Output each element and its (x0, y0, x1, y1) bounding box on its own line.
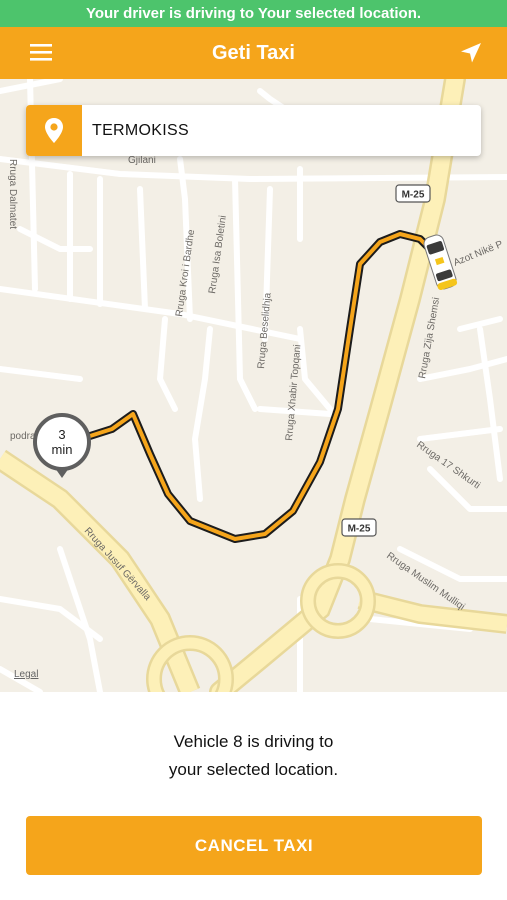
svg-text:M-25: M-25 (348, 524, 371, 535)
road-label-isa: Rruga Isa Boletini (207, 215, 229, 295)
search-pin-box (26, 105, 82, 156)
legal-link[interactable]: Legal (14, 669, 38, 680)
eta-unit: min (51, 442, 73, 457)
eta-value: 3 (58, 427, 66, 442)
locate-button[interactable] (457, 39, 485, 67)
map-pin-icon (45, 118, 63, 143)
road-label-gjilani: Gjilani (128, 155, 156, 166)
location-arrow-icon (461, 43, 481, 63)
app-header: Geti Taxi (0, 27, 507, 79)
map-base: Rruga Dalmatet Rruga Kroi i Bardhe Rruga… (0, 79, 507, 692)
road-label-kroi: Rruga Kroi i Bardhe (174, 228, 197, 317)
svg-text:M-25: M-25 (402, 190, 425, 201)
road-label-nike: Azot Nikë P (452, 239, 505, 269)
app-title: Geti Taxi (212, 42, 295, 64)
eta-pointer (55, 468, 69, 478)
status-message: Vehicle 8 is driving to your selected lo… (0, 728, 507, 784)
highway-shield: M-25 (341, 518, 377, 537)
road-label-zija: Rruga Zija Shemsi (417, 297, 442, 380)
cancel-taxi-button[interactable]: CANCEL TAXI (26, 816, 482, 875)
destination-search[interactable]: TERMOKISS (26, 105, 481, 156)
road-label-dalmateti: Rruga Dalmatet (7, 159, 18, 229)
road-label-xhabir: Rruga Xhabir Topqani (284, 344, 303, 441)
status-banner: Your driver is driving to Your selected … (0, 0, 507, 27)
destination-value[interactable]: TERMOKISS (92, 105, 189, 156)
eta-circle: 3 min (33, 413, 91, 471)
road-label-jusuf: Rruga Jusuf Gërvalla (82, 526, 153, 603)
highway-shield: M-25 (395, 184, 431, 203)
map-view[interactable]: Rruga Dalmatet Rruga Kroi i Bardhe Rruga… (0, 79, 507, 692)
status-message-line1: Vehicle 8 is driving to (173, 732, 334, 751)
status-message-line2: your selected location. (168, 760, 339, 779)
eta-marker: 3 min (33, 413, 91, 478)
